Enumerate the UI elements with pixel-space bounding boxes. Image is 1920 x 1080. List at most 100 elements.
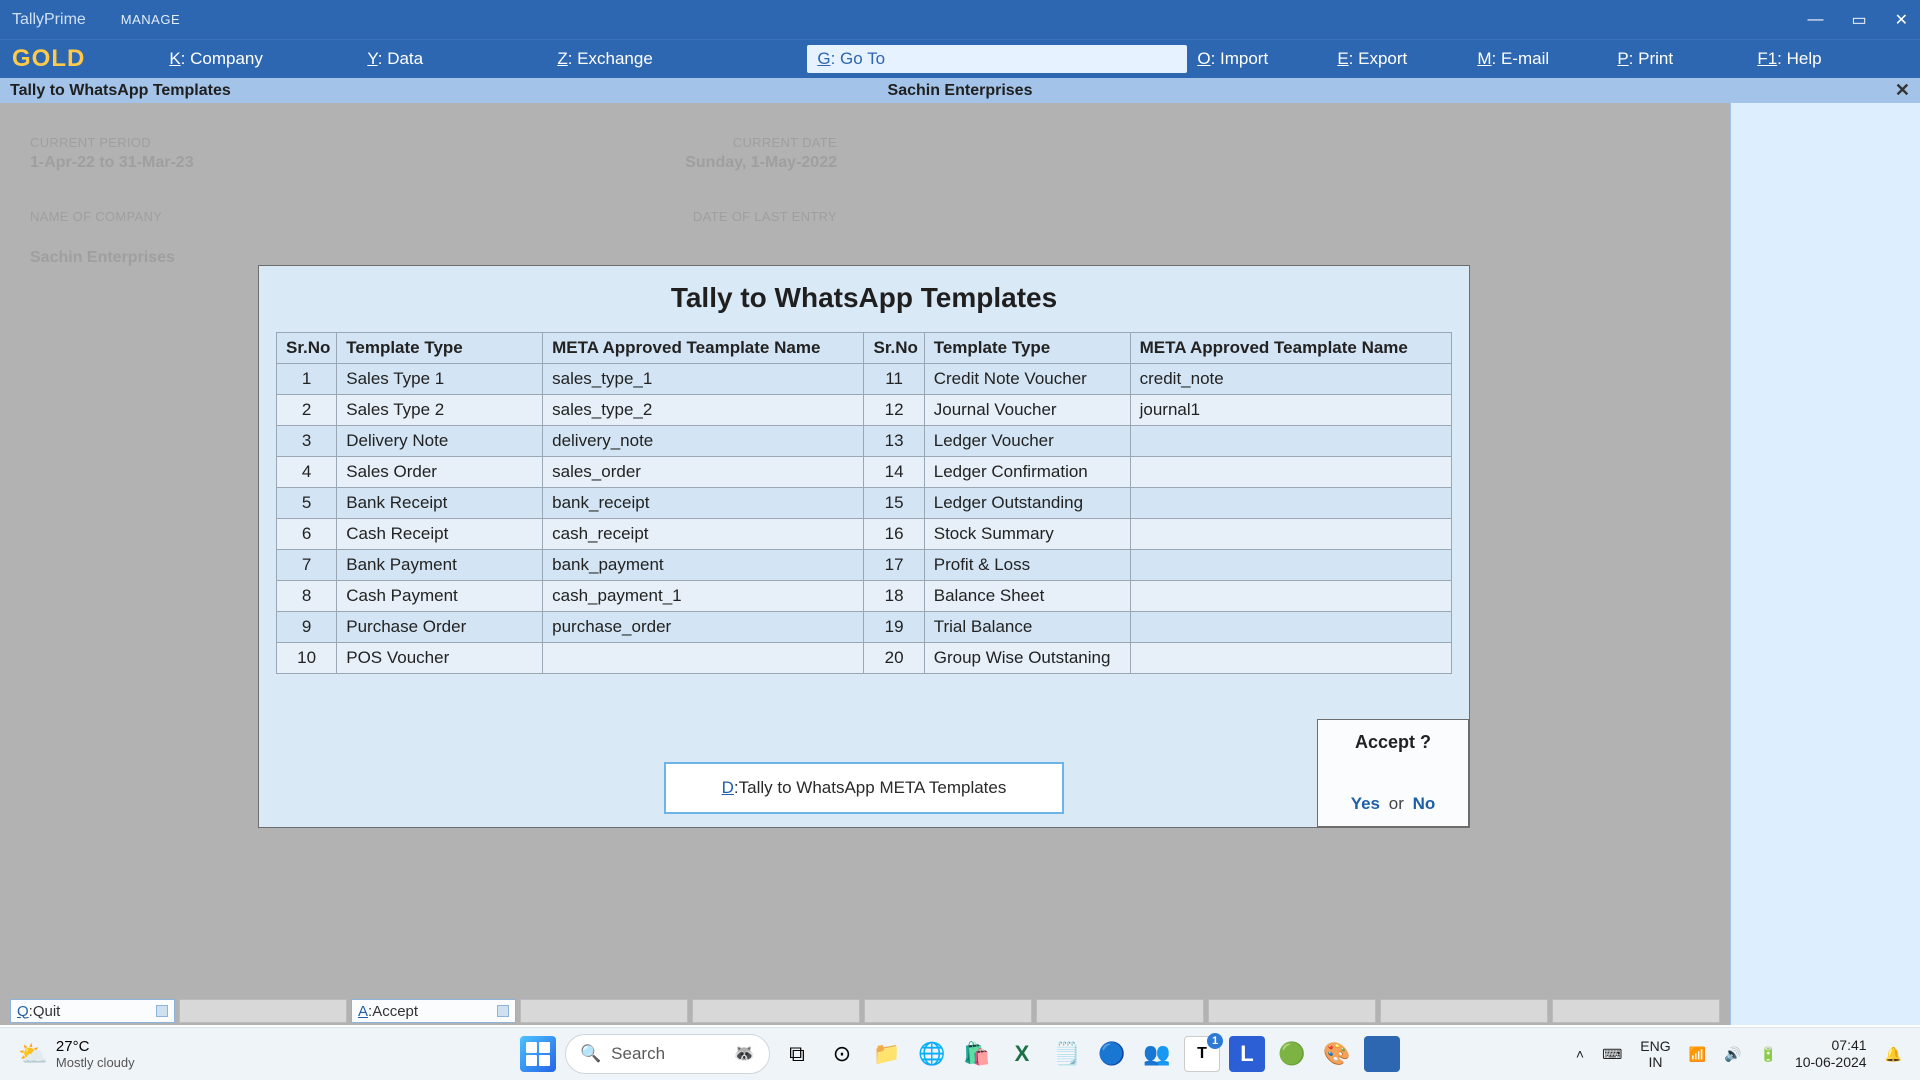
cell-sr: 14: [864, 457, 924, 488]
cell-meta: delivery_note: [543, 426, 864, 457]
menu-goto[interactable]: G: Go To: [807, 45, 1187, 73]
cell-meta: journal1: [1130, 395, 1451, 426]
cell-type: Trial Balance: [924, 612, 1130, 643]
table-row[interactable]: 1Sales Type 1sales_type_111Credit Note V…: [277, 364, 1452, 395]
table-row[interactable]: 2Sales Type 2sales_type_212Journal Vouch…: [277, 395, 1452, 426]
bottom-slot: [179, 999, 347, 1023]
weather-widget[interactable]: ⛅ 27°C Mostly cloudy: [18, 1038, 135, 1070]
table-row[interactable]: 7Bank Paymentbank_payment17Profit & Loss: [277, 550, 1452, 581]
close-icon[interactable]: ✕: [1895, 80, 1910, 101]
tally-icon[interactable]: [1364, 1036, 1400, 1072]
accept-button[interactable]: A: Accept: [351, 999, 516, 1023]
paint-icon[interactable]: 🎨: [1319, 1036, 1355, 1072]
table-row[interactable]: 8Cash Paymentcash_payment_118Balance She…: [277, 581, 1452, 612]
menu-print[interactable]: P: Print: [1607, 45, 1747, 73]
wifi-icon[interactable]: 📶: [1689, 1046, 1706, 1063]
cell-meta: [1130, 457, 1451, 488]
bottom-slot: [692, 999, 860, 1023]
battery-icon[interactable]: 🔋: [1760, 1046, 1777, 1063]
menu-export[interactable]: E: Export: [1327, 45, 1467, 73]
cell-meta: [1130, 581, 1451, 612]
cell-type: Cash Receipt: [337, 519, 543, 550]
workspace-main: CURRENT PERIOD 1-Apr-22 to 31-Mar-23 CUR…: [0, 103, 1730, 1025]
cell-sr: 15: [864, 488, 924, 519]
notifications-icon[interactable]: 🔔: [1885, 1046, 1902, 1063]
cell-sr: 6: [277, 519, 337, 550]
manage-label[interactable]: MANAGE: [121, 12, 180, 27]
cell-meta: cash_receipt: [543, 519, 864, 550]
table-row[interactable]: 9Purchase Orderpurchase_order19Trial Bal…: [277, 612, 1452, 643]
cell-sr: 7: [277, 550, 337, 581]
cell-type: Ledger Voucher: [924, 426, 1130, 457]
task-view-icon[interactable]: ⧉: [779, 1036, 815, 1072]
cell-sr: 17: [864, 550, 924, 581]
table-row[interactable]: 6Cash Receiptcash_receipt16Stock Summary: [277, 519, 1452, 550]
templates-table: Sr.No Template Type META Approved Teampl…: [276, 332, 1452, 674]
excel-icon[interactable]: X: [1004, 1036, 1040, 1072]
cell-meta: sales_type_2: [543, 395, 864, 426]
bottom-slot: [1552, 999, 1720, 1023]
volume-icon[interactable]: 🔊: [1724, 1046, 1741, 1063]
cell-meta: sales_type_1: [543, 364, 864, 395]
cell-meta: [1130, 519, 1451, 550]
accept-no[interactable]: No: [1413, 794, 1436, 813]
cell-sr: 8: [277, 581, 337, 612]
bottom-bar: Q: Quit A: Accept: [0, 999, 1730, 1025]
cell-meta: [1130, 426, 1451, 457]
cell-sr: 19: [864, 612, 924, 643]
chrome-icon[interactable]: 🔵: [1094, 1036, 1130, 1072]
bottom-slot: [864, 999, 1032, 1023]
minimize-icon[interactable]: —: [1807, 11, 1823, 29]
app-l-icon[interactable]: L: [1229, 1036, 1265, 1072]
edge-icon[interactable]: 🌐: [914, 1036, 950, 1072]
company-header: Sachin Enterprises: [0, 82, 1920, 100]
cell-sr: 18: [864, 581, 924, 612]
accept-yes[interactable]: Yes: [1351, 794, 1380, 813]
notes-icon[interactable]: 🗒️: [1049, 1036, 1085, 1072]
cell-sr: 1: [277, 364, 337, 395]
right-panel: [1730, 103, 1920, 1025]
cell-type: Group Wise Outstaning: [924, 643, 1130, 674]
tray-keyboard-icon[interactable]: ⌨: [1602, 1046, 1622, 1063]
table-row[interactable]: 5Bank Receiptbank_receipt15Ledger Outsta…: [277, 488, 1452, 519]
table-row[interactable]: 4Sales Ordersales_order14Ledger Confirma…: [277, 457, 1452, 488]
meta-templates-button[interactable]: D: Tally to WhatsApp META Templates: [664, 762, 1064, 814]
cell-sr: 11: [864, 364, 924, 395]
col-mn: META Approved Teamplate Name: [543, 333, 864, 364]
table-row[interactable]: 10POS Voucher20Group Wise Outstaning: [277, 643, 1452, 674]
maximize-icon[interactable]: ▭: [1851, 10, 1866, 30]
menu-company[interactable]: K: Company: [165, 45, 357, 73]
tray-chevron-icon[interactable]: ˄: [1576, 1046, 1584, 1062]
cell-type: Ledger Outstanding: [924, 488, 1130, 519]
col-mn-2: META Approved Teamplate Name: [1130, 333, 1451, 364]
search-icon: 🔍: [580, 1044, 601, 1064]
cell-type: Credit Note Voucher: [924, 364, 1130, 395]
taskbar-search[interactable]: 🔍 Search 🦝: [565, 1034, 770, 1074]
cell-type: Purchase Order: [337, 612, 543, 643]
menu-exchange[interactable]: Z: Exchange: [547, 45, 807, 73]
store-icon[interactable]: 🛍️: [959, 1036, 995, 1072]
tray-clock[interactable]: 07:4110-06-2024: [1795, 1037, 1867, 1071]
explorer-icon[interactable]: 📁: [869, 1036, 905, 1072]
chrome2-icon[interactable]: 🟢: [1274, 1036, 1310, 1072]
col-sr: Sr.No: [277, 333, 337, 364]
cell-type: Delivery Note: [337, 426, 543, 457]
cell-sr: 12: [864, 395, 924, 426]
teams-icon[interactable]: 👥: [1139, 1036, 1175, 1072]
start-button[interactable]: [520, 1036, 556, 1072]
menu-email[interactable]: M: E-mail: [1467, 45, 1607, 73]
close-window-icon[interactable]: ✕: [1895, 10, 1908, 30]
table-row[interactable]: 3Delivery Notedelivery_note13Ledger Vouc…: [277, 426, 1452, 457]
db-icon[interactable]: ⊙: [824, 1036, 860, 1072]
accept-prompt: Accept ? Yes or No: [1317, 719, 1469, 827]
cell-meta: sales_order: [543, 457, 864, 488]
menu-data[interactable]: Y: Data: [357, 45, 547, 73]
edition-label: GOLD: [12, 45, 85, 73]
cell-type: Balance Sheet: [924, 581, 1130, 612]
accept-or: or: [1389, 794, 1404, 813]
quit-button[interactable]: Q: Quit: [10, 999, 175, 1023]
app-t-icon[interactable]: T1: [1184, 1036, 1220, 1072]
menu-import[interactable]: O: Import: [1187, 45, 1327, 73]
cell-meta: [1130, 643, 1451, 674]
menu-help[interactable]: F1: Help: [1747, 45, 1831, 73]
